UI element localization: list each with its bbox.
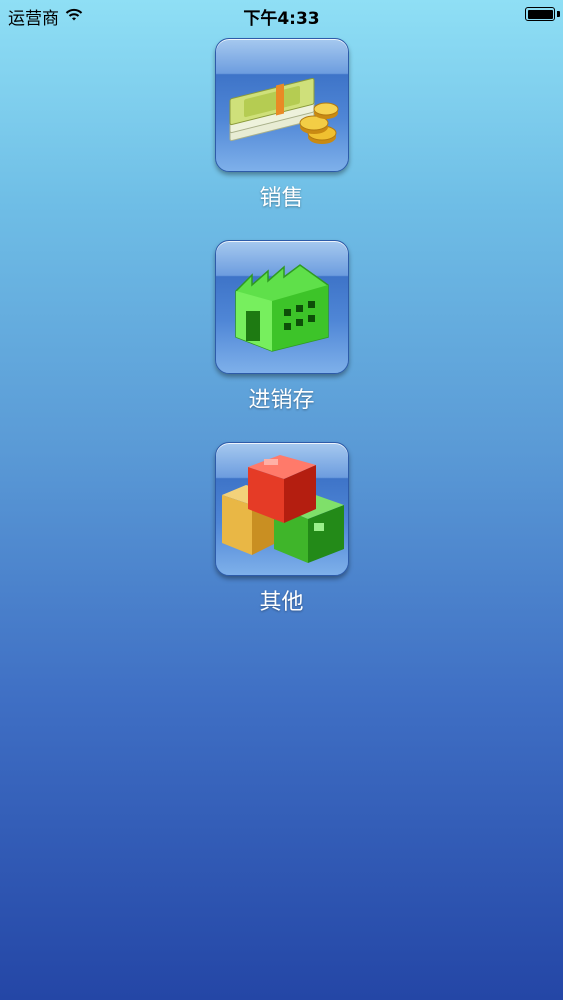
menu-item-inventory[interactable]: 进销存	[0, 240, 563, 414]
sales-tile[interactable]	[214, 38, 349, 172]
battery-tip	[557, 11, 560, 17]
status-bar: 运营商 下午4:33	[0, 0, 563, 30]
inventory-tile[interactable]	[214, 240, 349, 374]
menu-item-other[interactable]: 其他	[0, 442, 563, 616]
other-tile[interactable]	[214, 442, 349, 576]
factory-icon	[234, 264, 329, 352]
menu-label-sales: 销售	[259, 186, 304, 211]
menu-label-other: 其他	[259, 590, 304, 615]
money-icon	[229, 77, 338, 144]
boxes-icon	[221, 455, 344, 563]
status-time: 下午4:33	[243, 9, 320, 29]
battery-icon	[525, 7, 555, 21]
menu-item-sales[interactable]: 销售	[0, 38, 563, 212]
battery-level	[527, 9, 553, 19]
menu-label-inventory: 进销存	[248, 388, 315, 413]
